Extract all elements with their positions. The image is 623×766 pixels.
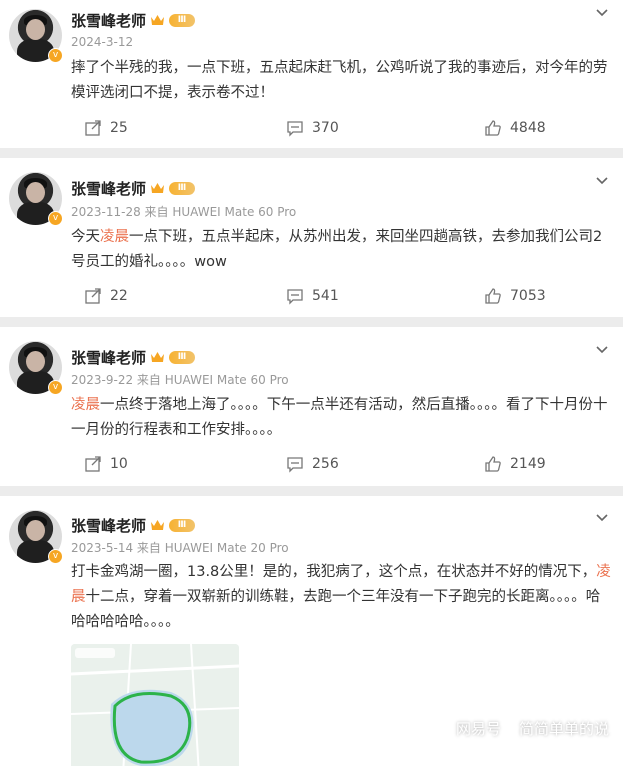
like-count: 2149 [510,456,546,472]
thumbs-up-icon [485,288,501,304]
chevron-down-icon[interactable] [595,511,609,525]
weibo-feed: v 张雪峰老师 Ⅲ 2024-3-12 摔了个半残的我，一点下班，五点起床赶飞机… [0,0,623,766]
post-text: 今天凌晨一点下班，五点半起床，从苏州出发，来回坐四趟高铁，去参加我们公司2号员工… [71,225,611,275]
post-text: 凌晨一点终于落地上海了。。。。下午一点半还有活动，然后直播。。。。看了下十月份十… [71,393,611,443]
post-text: 打卡金鸡湖一圈，13.8公里！是的，我犯病了，这个点，在状态并不好的情况下，凌晨… [71,560,611,635]
comment-icon [287,121,303,137]
repost-count: 10 [110,456,128,472]
crown-icon [151,183,165,193]
comment-button[interactable]: 256 [286,455,339,473]
like-button[interactable]: 2149 [484,455,546,473]
map-icon [71,644,239,766]
repost-button[interactable]: 25 [84,119,128,137]
watermark-account: 简简单单的说 [518,720,609,738]
post-text-highlight: 凌晨 [71,397,100,413]
watermark-site: 网易号 [455,720,501,738]
post-text-segment: 今天 [71,229,100,245]
author-name[interactable]: 张雪峰老师 [71,347,146,368]
crown-icon [151,352,165,362]
level-badge: Ⅲ [169,13,196,27]
watermark-divider [508,720,511,737]
comment-count: 256 [312,456,339,472]
chevron-down-icon[interactable] [595,174,609,188]
post-meta: 2024-3-12 [71,35,134,49]
repost-button[interactable]: 10 [84,455,128,473]
verified-badge-icon: v [48,549,63,564]
verified-badge-icon: v [48,380,63,395]
thumbs-up-icon [485,456,501,472]
post-text: 摔了个半残的我，一点下班，五点起床赶飞机，公鸡听说了我的事迹后，对今年的劳模评选… [71,56,611,106]
post-card: v 张雪峰老师 Ⅲ 2023-9-22 来自 HUAWEI Mate 60 Pr… [0,327,623,486]
watermark: 网易号 简简单单的说 [456,718,609,739]
comment-count: 541 [312,288,339,304]
comment-icon [287,289,303,305]
author-name[interactable]: 张雪峰老师 [71,10,146,31]
post-card: v 张雪峰老师 Ⅲ 2024-3-12 摔了个半残的我，一点下班，五点起床赶飞机… [0,0,623,148]
level-badge: Ⅲ [169,350,196,364]
verified-badge-icon: v [48,48,63,63]
repost-button[interactable]: 22 [84,287,128,305]
comment-icon [287,457,303,473]
comment-button[interactable]: 370 [286,119,339,137]
repost-count: 25 [110,120,128,136]
post-text-segment: 摔了个半残的我，一点下班，五点起床赶飞机，公鸡听说了我的事迹后，对今年的劳模评选… [71,60,608,101]
like-count: 7053 [510,288,546,304]
crown-icon [151,520,165,530]
author-name[interactable]: 张雪峰老师 [71,515,146,536]
level-badge: Ⅲ [169,181,196,195]
post-text-segment: 一点终于落地上海了。。。。下午一点半还有活动，然后直播。。。。看了下十月份十一月… [71,397,608,438]
post-meta: 2023-11-28 来自 HUAWEI Mate 60 Pro [71,205,297,219]
post-meta: 2023-9-22 来自 HUAWEI Mate 60 Pro [71,373,289,387]
crown-icon [151,15,165,25]
share-icon [85,288,101,304]
chevron-down-icon[interactable] [595,6,609,20]
comment-button[interactable]: 541 [286,287,339,305]
post-text-segment: 打卡金鸡湖一圈，13.8公里！是的，我犯病了，这个点，在状态并不好的情况下， [71,564,597,580]
post-text-segment: 十二点，穿着一双崭新的训练鞋，去跑一个三年没有一下子跑完的长距离。。。。哈哈哈哈… [71,589,601,630]
run-map-image[interactable] [71,644,239,766]
like-count: 4848 [510,120,546,136]
like-button[interactable]: 7053 [484,287,546,305]
comment-count: 370 [312,120,339,136]
level-badge: Ⅲ [169,518,196,532]
post-meta: 2023-5-14 来自 HUAWEI Mate 20 Pro [71,541,289,555]
chevron-down-icon[interactable] [595,343,609,357]
post-text-segment: 一点下班，五点半起床，从苏州出发，来回坐四趟高铁，去参加我们公司2号员工的婚礼。… [71,229,603,270]
share-icon [85,456,101,472]
post-text-highlight: 凌晨 [100,229,129,245]
share-icon [85,120,101,136]
thumbs-up-icon [485,120,501,136]
author-name[interactable]: 张雪峰老师 [71,178,146,199]
like-button[interactable]: 4848 [484,119,546,137]
post-card: v 张雪峰老师 Ⅲ 2023-11-28 来自 HUAWEI Mate 60 P… [0,158,623,317]
repost-count: 22 [110,288,128,304]
verified-badge-icon: v [48,211,63,226]
